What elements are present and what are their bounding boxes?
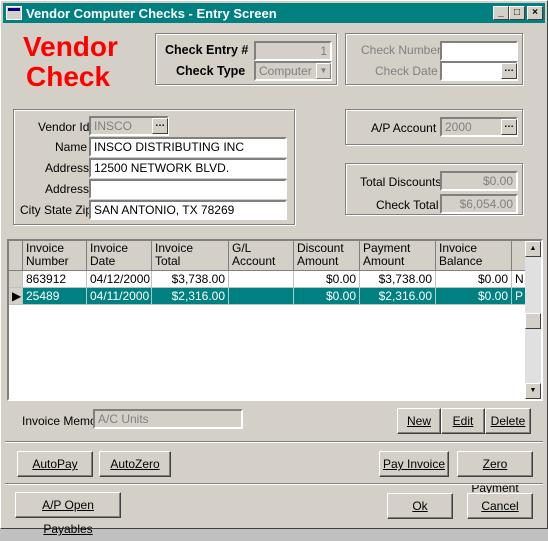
- ap-account-lookup-button[interactable]: …: [501, 119, 517, 135]
- ok-button-label: Ok: [412, 499, 428, 513]
- ap-open-payables-button[interactable]: A/P Open Payables: [15, 492, 121, 536]
- invoice-memo-label: Invoice Memo: [22, 414, 97, 428]
- grid-vertical-scrollbar[interactable]: ▲ ▼: [525, 241, 541, 399]
- cell-gl-account[interactable]: [229, 271, 294, 288]
- vendor-id-label: Vendor Id: [38, 120, 90, 134]
- scroll-up-icon[interactable]: ▲: [525, 241, 541, 257]
- zero-payment-button-label: Zero Payment: [471, 457, 519, 495]
- autozero-button[interactable]: AutoZero: [99, 451, 171, 477]
- separator: [5, 441, 543, 443]
- separator: [5, 483, 543, 485]
- edit-button-label: Edit: [452, 414, 474, 428]
- ap-open-payables-button-label: A/P Open Payables: [42, 498, 94, 536]
- ok-button[interactable]: Ok: [387, 493, 453, 519]
- col-gl-account[interactable]: G/L Account: [229, 241, 294, 271]
- cell-invoice-date[interactable]: 04/11/2000: [87, 288, 152, 305]
- check-entry-field[interactable]: 1: [254, 41, 332, 61]
- brand-line-1: Vendor: [23, 31, 118, 62]
- pay-invoice-button[interactable]: Pay Invoice: [379, 451, 449, 477]
- col-invoice-date[interactable]: Invoice Date: [87, 241, 152, 271]
- cell-invoice-date[interactable]: 04/12/2000: [87, 271, 152, 288]
- new-button-label: New: [406, 414, 431, 428]
- grid-header: Invoice Number Invoice Date Invoice Tota…: [9, 241, 526, 271]
- check-number-field[interactable]: [440, 41, 518, 61]
- cell-invoice-balance[interactable]: $0.00: [436, 288, 512, 305]
- cancel-button[interactable]: Cancel: [467, 493, 533, 519]
- delete-button[interactable]: Delete: [485, 408, 531, 434]
- cell-invoice-number[interactable]: 863912: [23, 271, 87, 288]
- cell-invoice-total[interactable]: $2,316.00: [152, 288, 229, 305]
- cell-flag[interactable]: N: [512, 271, 526, 288]
- edit-button[interactable]: Edit: [441, 408, 485, 434]
- col-payment-amount[interactable]: Payment Amount: [360, 241, 436, 271]
- row-indicator: [9, 271, 23, 288]
- cell-discount-amount[interactable]: $0.00: [294, 288, 360, 305]
- city-state-zip-label: City State Zip: [20, 203, 93, 217]
- scroll-thumb[interactable]: [525, 313, 541, 329]
- address2-field[interactable]: [89, 179, 287, 199]
- col-invoice-total[interactable]: Invoice Total: [152, 241, 229, 271]
- table-row[interactable]: 863912 04/12/2000 $3,738.00 $0.00 $3,738…: [9, 271, 526, 288]
- minimize-button[interactable]: _: [493, 6, 509, 20]
- total-discounts-field[interactable]: $0.00: [440, 171, 518, 191]
- vendor-check-window: Vendor Computer Checks - Entry Screen _ …: [0, 0, 548, 536]
- row-pointer-icon: ▶: [9, 288, 23, 305]
- window-title: Vendor Computer Checks - Entry Screen: [26, 5, 277, 21]
- autozero-button-label: AutoZero: [110, 457, 160, 471]
- total-discounts-label: Total Discounts: [360, 175, 442, 189]
- check-total-field[interactable]: $6,054.00: [440, 194, 518, 214]
- delete-button-label: Delete: [490, 414, 526, 428]
- cell-payment-amount[interactable]: $2,316.00: [360, 288, 436, 305]
- col-flag[interactable]: [512, 241, 526, 271]
- ap-account-label: A/P Account: [371, 121, 437, 135]
- autopay-button[interactable]: AutoPay: [17, 451, 93, 477]
- check-total-label: Check Total: [376, 198, 439, 212]
- check-entry-label: Check Entry #: [165, 43, 249, 57]
- cancel-button-label: Cancel: [481, 499, 519, 513]
- city-state-zip-field[interactable]: SAN ANTONIO, TX 78269: [89, 200, 287, 220]
- col-discount-amount[interactable]: Discount Amount: [294, 241, 360, 271]
- cell-invoice-number[interactable]: 25489: [23, 288, 87, 305]
- scroll-down-icon[interactable]: ▼: [525, 383, 541, 399]
- cell-invoice-balance[interactable]: $0.00: [436, 271, 512, 288]
- address2-label: Address: [45, 182, 90, 196]
- vendor-lookup-button[interactable]: …: [152, 118, 168, 134]
- table-row-selected[interactable]: ▶ 25489 04/11/2000 $2,316.00 $0.00 $2,31…: [9, 288, 526, 305]
- autopay-button-label: AutoPay: [32, 457, 78, 471]
- vendor-name-field[interactable]: INSCO DISTRIBUTING INC: [89, 137, 287, 157]
- invoice-memo-field[interactable]: A/C Units: [93, 409, 243, 429]
- check-type-label: Check Type: [176, 64, 246, 78]
- check-number-label: Check Number: [361, 43, 442, 57]
- cell-gl-account[interactable]: [229, 288, 294, 305]
- cell-invoice-total[interactable]: $3,738.00: [152, 271, 229, 288]
- address1-label: Address: [45, 161, 90, 175]
- row-indicator-header: [9, 241, 23, 271]
- chevron-down-icon[interactable]: ▼: [316, 63, 331, 79]
- maximize-button[interactable]: □: [509, 6, 525, 20]
- close-button[interactable]: ×: [527, 6, 543, 20]
- address1-field[interactable]: 12500 NETWORK BLVD.: [89, 158, 287, 178]
- invoice-grid[interactable]: Invoice Number Invoice Date Invoice Tota…: [7, 239, 543, 401]
- cell-flag[interactable]: P: [512, 288, 526, 305]
- vendor-name-label: Name: [55, 140, 88, 154]
- zero-payment-button[interactable]: Zero Payment: [457, 451, 533, 495]
- check-date-label: Check Date: [375, 64, 438, 78]
- col-invoice-number[interactable]: Invoice Number: [23, 241, 87, 271]
- new-button[interactable]: New: [397, 408, 441, 434]
- title-bar[interactable]: Vendor Computer Checks - Entry Screen _ …: [3, 3, 545, 23]
- date-picker-button[interactable]: …: [501, 63, 517, 79]
- cell-discount-amount[interactable]: $0.00: [294, 271, 360, 288]
- col-invoice-balance[interactable]: Invoice Balance: [436, 241, 512, 271]
- brand-line-2: Check: [26, 61, 111, 92]
- app-icon: [6, 6, 22, 20]
- cell-payment-amount[interactable]: $3,738.00: [360, 271, 436, 288]
- pay-invoice-button-label: Pay Invoice: [382, 457, 446, 471]
